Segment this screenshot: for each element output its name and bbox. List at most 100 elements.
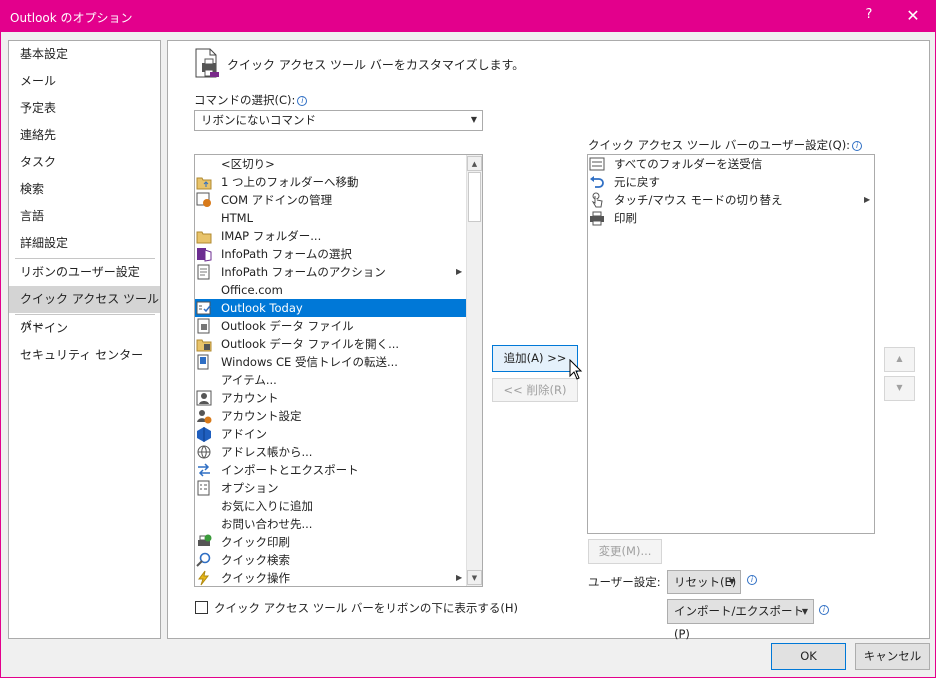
qat-list-item[interactable]: すべてのフォルダーを送受信: [588, 155, 874, 173]
info-icon: i: [819, 605, 829, 615]
command-list-item[interactable]: アドレス帳から...: [195, 443, 466, 461]
command-list-item[interactable]: お問い合わせ先...: [195, 515, 466, 533]
info-icon: i: [297, 95, 308, 106]
nav-item-customize-ribbon[interactable]: リボンのユーザー設定: [9, 259, 160, 286]
options-dialog: Outlook のオプション ? ✕ 基本設定 メール 予定表 連絡先 タスク …: [0, 0, 936, 678]
command-item-label: <区切り>: [221, 157, 275, 171]
nav-item-tasks[interactable]: タスク: [9, 149, 160, 176]
command-list-item[interactable]: HTML: [195, 209, 466, 227]
choose-commands-dropdown[interactable]: リボンにないコマンド ▼: [194, 110, 483, 131]
modify-button[interactable]: 変更(M)...: [588, 539, 662, 564]
nav-item-trust-center[interactable]: セキュリティ センター: [9, 342, 160, 369]
nav-item-mail[interactable]: メール: [9, 68, 160, 95]
command-list-item[interactable]: アカウント設定: [195, 407, 466, 425]
command-item-label: HTML: [221, 211, 254, 225]
qat-list-item[interactable]: 元に戻す: [588, 173, 874, 191]
account-icon: [196, 390, 212, 406]
qat-list[interactable]: すべてのフォルダーを送受信元に戻すタッチ/マウス モードの切り替え ▶ 印刷: [587, 154, 875, 534]
command-list-item[interactable]: オプション: [195, 479, 466, 497]
help-button[interactable]: ?: [859, 7, 879, 22]
remove-button[interactable]: << 削除(R): [492, 378, 578, 402]
command-list-item[interactable]: <区切り>: [195, 155, 466, 173]
command-list-item[interactable]: お気に入りに追加: [195, 497, 466, 515]
command-list-item[interactable]: InfoPath フォームの選択: [195, 245, 466, 263]
window-title: Outlook のオプション: [10, 11, 133, 25]
reset-dropdown[interactable]: リセット(E) ▼: [667, 570, 741, 594]
command-list-item[interactable]: Outlook データ ファイルを開く...: [195, 335, 466, 353]
command-list-item[interactable]: Outlook Today: [195, 299, 466, 317]
chevron-down-icon: ▼: [801, 607, 808, 616]
command-list-item[interactable]: Outlook データ ファイル: [195, 317, 466, 335]
command-item-label: お気に入りに追加: [221, 499, 313, 513]
scroll-up-icon[interactable]: ▲: [467, 156, 482, 171]
import-export-dropdown[interactable]: インポート/エクスポート(P) ▼: [667, 599, 814, 641]
nav-item-people[interactable]: 連絡先: [9, 122, 160, 149]
choose-commands-value: リボンにないコマンド: [201, 113, 316, 127]
mouse-cursor-icon: [569, 359, 583, 380]
command-list-item[interactable]: InfoPath フォームのアクション ▶: [195, 263, 466, 281]
command-item-label: アドイン: [221, 427, 267, 441]
inbox-transfer-icon: [197, 354, 209, 370]
scroll-thumb[interactable]: [468, 172, 481, 222]
command-list-item[interactable]: IMAP フォルダー...: [195, 227, 466, 245]
command-list-item[interactable]: クイック操作 ▶: [195, 569, 466, 586]
command-list-item[interactable]: Office.com: [195, 281, 466, 299]
qat-item-label: 元に戻す: [614, 175, 660, 189]
qat-label: クイック アクセス ツール バーのユーザー設定(Q): i: [588, 137, 863, 153]
command-item-label: アカウント: [221, 391, 279, 405]
qat-list-item[interactable]: タッチ/マウス モードの切り替え ▶: [588, 191, 874, 209]
cancel-button[interactable]: キャンセル: [855, 643, 930, 670]
quick-print-icon: [198, 534, 212, 546]
command-list-item[interactable]: アドイン: [195, 425, 466, 443]
show-below-ribbon-label: クイック アクセス ツール バーをリボンの下に表示する(H): [214, 601, 519, 615]
quick-access-toolbar-icon: [195, 48, 219, 78]
page-heading: クイック アクセス ツール バーをカスタマイズします。: [227, 58, 525, 72]
choose-commands-label: コマンドの選択(C): i: [194, 92, 308, 108]
scroll-down-icon[interactable]: ▼: [467, 570, 482, 585]
command-list-item[interactable]: アカウント: [195, 389, 466, 407]
show-below-ribbon-checkbox[interactable]: [195, 601, 208, 614]
command-item-label: お問い合わせ先...: [221, 517, 313, 531]
command-list-item[interactable]: クイック印刷: [195, 533, 466, 551]
nav-item-advanced[interactable]: 詳細設定: [9, 230, 160, 257]
command-item-label: Office.com: [221, 283, 283, 297]
addin-icon: [197, 427, 211, 442]
address-book-icon: [197, 445, 211, 459]
command-list-item[interactable]: COM アドインの管理: [195, 191, 466, 209]
move-down-button[interactable]: ▼: [884, 376, 915, 401]
command-list-item[interactable]: インポートとエクスポート: [195, 461, 466, 479]
add-button[interactable]: 追加(A) >>: [492, 345, 578, 372]
close-button[interactable]: ✕: [902, 6, 924, 26]
command-item-label: クイック検索: [221, 553, 290, 567]
command-list-item[interactable]: 1 つ上のフォルダーへ移動: [195, 173, 466, 191]
commands-list[interactable]: <区切り> 1 つ上のフォルダーへ移動 COM アドインの管理 HTML IMAP フォ…: [194, 154, 483, 587]
move-up-button[interactable]: ▲: [884, 347, 915, 372]
send-receive-icon: [589, 157, 605, 171]
nav-item-addins[interactable]: アドイン: [9, 315, 160, 342]
import-export-icon: [198, 463, 210, 477]
command-item-label: COM アドインの管理: [221, 193, 333, 207]
command-item-label: IMAP フォルダー...: [221, 229, 322, 243]
chevron-down-icon: ▼: [470, 115, 477, 124]
touch-mouse-icon: [591, 192, 603, 208]
nav-item-search[interactable]: 検索: [9, 176, 160, 203]
nav-item-general[interactable]: 基本設定: [9, 41, 160, 68]
command-item-label: アドレス帳から...: [221, 445, 313, 459]
nav-item-quick-access-toolbar[interactable]: クイック アクセス ツール バー: [9, 286, 160, 333]
open-data-file-icon: [196, 339, 212, 352]
qat-list-item[interactable]: 印刷: [588, 209, 874, 227]
quick-steps-icon: [198, 570, 210, 586]
qat-item-label: 印刷: [614, 211, 637, 225]
command-item-label: Windows CE 受信トレイの転送...: [221, 355, 398, 369]
ok-button[interactable]: OK: [771, 643, 846, 670]
command-list-item[interactable]: クイック検索: [195, 551, 466, 569]
data-file-icon: [197, 318, 210, 334]
options-icon: [197, 480, 210, 496]
command-list-item[interactable]: アイテム...: [195, 371, 466, 389]
command-item-label: InfoPath フォームのアクション: [221, 265, 386, 279]
nav-item-calendar[interactable]: 予定表: [9, 95, 160, 122]
commands-scrollbar[interactable]: ▲ ▼: [466, 155, 482, 586]
nav-item-language[interactable]: 言語: [9, 203, 160, 230]
command-list-item[interactable]: Windows CE 受信トレイの転送...: [195, 353, 466, 371]
com-addin-icon: [196, 192, 211, 207]
